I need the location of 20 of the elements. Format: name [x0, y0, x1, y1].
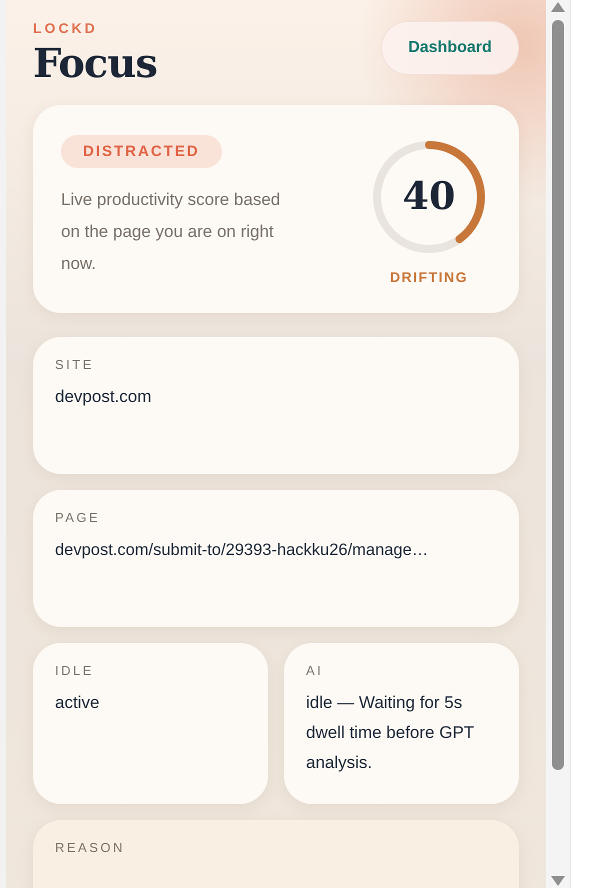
- scrollbar[interactable]: [546, 0, 570, 888]
- info-value: idle — Waiting for 5s dwell time before GPT analysis.: [306, 692, 475, 774]
- score-label: DRIFTING: [390, 269, 468, 285]
- page-title: Focus: [33, 40, 157, 87]
- info-label: SITE: [55, 357, 95, 372]
- dashboard-button[interactable]: Dashboard: [381, 21, 519, 75]
- score-description: Live productivity score based on the page you are on right now.: [61, 189, 282, 275]
- scroll-thumb[interactable]: [552, 20, 564, 770]
- brand-label: LOCKD: [33, 20, 99, 36]
- score-value: 40: [402, 174, 456, 218]
- scroll-down-icon[interactable]: [551, 876, 565, 886]
- info-value: active: [55, 692, 100, 714]
- info-label: IDLE: [55, 663, 95, 678]
- status-badge: DISTRACTED: [61, 135, 222, 168]
- info-value: devpost.com: [55, 386, 152, 408]
- info-value: devpost.com/submit-to/29393-hackku26/manage…: [55, 540, 430, 561]
- scroll-up-icon[interactable]: [551, 2, 565, 12]
- info-label: REASON: [55, 840, 126, 855]
- info-label: PAGE: [55, 510, 102, 525]
- info-label: AI: [306, 663, 324, 678]
